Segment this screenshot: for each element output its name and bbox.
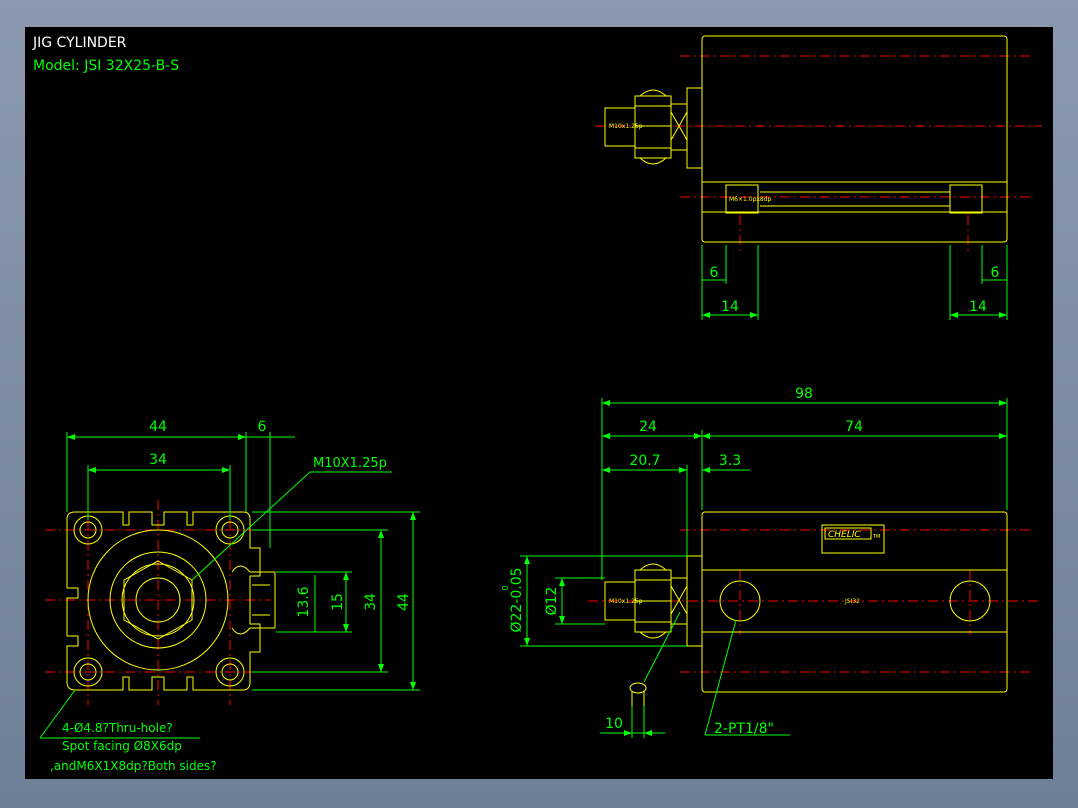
side-dimension-lines — [520, 398, 1008, 738]
dim-14-right: 14 — [969, 299, 987, 315]
brand-label: CHELIC — [828, 530, 861, 540]
top-view: 6 6 14 14 M10x1.25p M6×1.0px8dp — [595, 35, 1042, 320]
dim-34-top: 34 — [149, 452, 167, 468]
dim-44-right: 44 — [396, 593, 412, 611]
dim-6-right: 6 — [991, 265, 1000, 281]
dim-34-right: 34 — [363, 593, 379, 611]
dim-6-top: 6 — [258, 419, 267, 435]
dim-24: 24 — [639, 419, 657, 435]
dim-10: 10 — [605, 716, 623, 732]
dim-15: 15 — [330, 593, 346, 611]
dim-20-7: 20.7 — [629, 453, 660, 469]
port-callout: 2-PT1/8" — [714, 721, 774, 737]
side-arrowheads — [524, 400, 1007, 736]
brand-suffix: TM — [872, 534, 880, 540]
dim-98: 98 — [795, 386, 813, 402]
dim-phi12: Ø12 — [544, 587, 560, 616]
cad-drawing: JIG CYLINDER Model: JSI 32X25-B-S 44 6 3… — [32, 35, 1042, 773]
dim-3-3: 3.3 — [719, 453, 741, 469]
dim-14-left: 14 — [721, 299, 739, 315]
dim-74: 74 — [845, 419, 863, 435]
drawing-title: JIG CYLINDER — [32, 35, 127, 51]
dim-44-top: 44 — [149, 419, 167, 435]
hole-note-1: 4-Ø4.8?Thru-hole? — [62, 721, 173, 735]
drawing-model: Model: JSI 32X25-B-S — [33, 58, 179, 74]
top-rod-thread-label: M10x1.25p — [609, 123, 643, 130]
app-window: JIG CYLINDER Model: JSI 32X25-B-S 44 6 3… — [0, 0, 1078, 808]
front-body-outline — [66, 511, 261, 691]
mounting-holes — [73, 515, 245, 687]
front-centerlines — [45, 500, 270, 705]
side-rod-thread-label: M10x1.25p — [609, 598, 643, 605]
side-body — [604, 511, 1008, 706]
top-body — [604, 35, 1008, 243]
hole-note-2: Spot facing Ø8X6dp — [62, 739, 182, 753]
body-label: JSI32 — [844, 598, 860, 605]
dim-phi22-tol: 0 — [501, 585, 510, 590]
dim-13-6: 13.6 — [296, 586, 312, 617]
front-view: 44 6 34 M10X1.25p 13.6 15 34 44 4-Ø4.8?T… — [39, 419, 420, 773]
dim-phi22: Ø22-0.05 — [509, 567, 525, 632]
dim-6-left: 6 — [710, 265, 719, 281]
top-centerlines — [595, 55, 1042, 255]
top-dimension-lines — [701, 245, 1008, 320]
thread-callout: M10X1.25p — [313, 456, 387, 471]
top-bore-label: M6×1.0px8dp — [729, 196, 772, 203]
side-view: CHELIC TM JSI32 M10x1.25p 98 24 74 20.7 … — [501, 386, 1042, 738]
hole-note-3: ,andM6X1X8dp?Both sides? — [50, 759, 217, 773]
drawing-canvas[interactable]: JIG CYLINDER Model: JSI 32X25-B-S 44 6 3… — [25, 27, 1053, 779]
